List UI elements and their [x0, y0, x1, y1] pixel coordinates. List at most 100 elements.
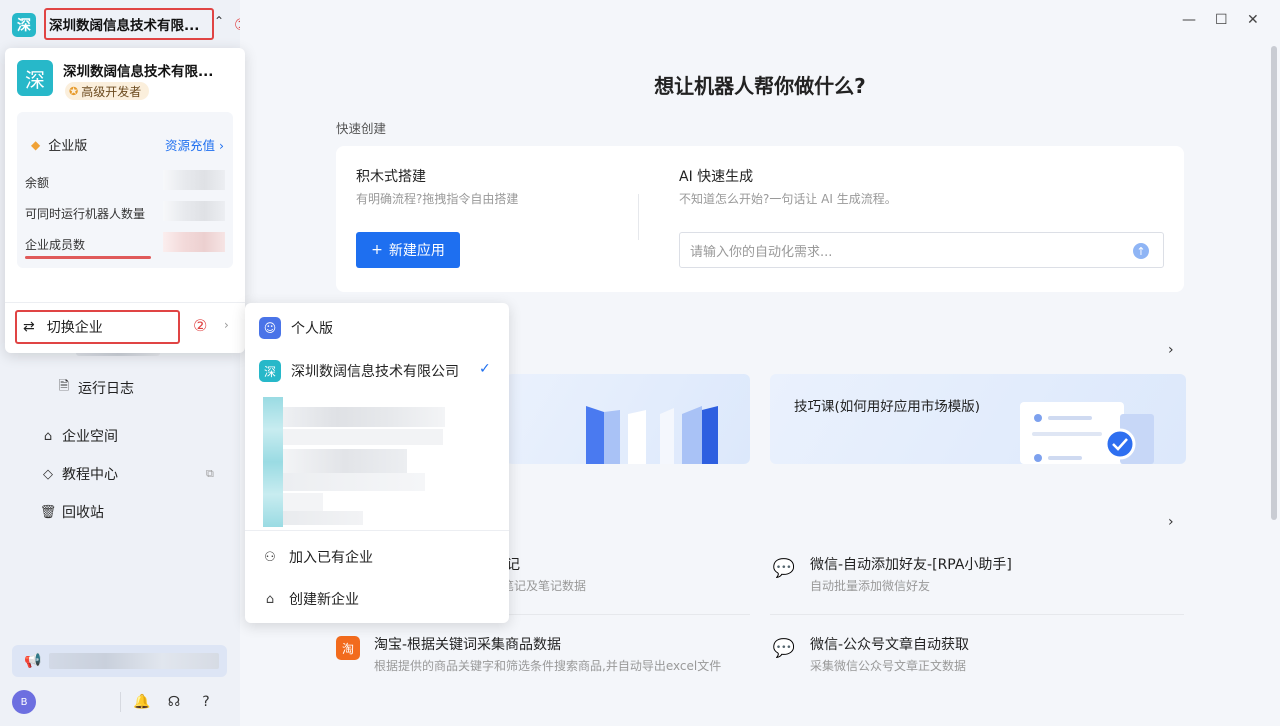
- maximize-icon[interactable]: ☐: [1215, 12, 1228, 28]
- taobao-icon: 淘: [336, 636, 360, 660]
- chevron-right-icon[interactable]: ›: [1168, 342, 1174, 358]
- sidebar-footer: B 🔔 ☊ ?: [12, 690, 227, 714]
- close-icon[interactable]: ✕: [1247, 12, 1259, 28]
- annotation-marker-2: ②: [193, 316, 208, 335]
- building-icon: ⌂: [43, 428, 53, 444]
- blurred-announcement-text: [49, 653, 220, 669]
- new-app-label: 新建应用: [388, 243, 445, 259]
- app-title: 微信-自动添加好友-[RPA小助手]: [810, 557, 1012, 573]
- sidebar-item-label: 企业空间: [62, 429, 118, 445]
- divider: [638, 194, 639, 240]
- org-option-current[interactable]: 深 深圳数阔信息技术有限公司: [259, 360, 459, 382]
- sidebar-item-label: 回收站: [62, 505, 104, 521]
- external-link-icon: ⧉: [206, 467, 214, 480]
- diamond-icon: ◆: [31, 137, 41, 152]
- org-logo: 深: [17, 60, 53, 96]
- org-option-personal[interactable]: ☺ 个人版: [259, 317, 333, 339]
- app-item[interactable]: 淘 淘宝-根据关键词采集商品数据 根据提供的商品关键字和筛选条件搜索商品,并自动…: [336, 634, 746, 694]
- minimize-icon[interactable]: —: [1182, 12, 1196, 28]
- divider: [5, 302, 245, 303]
- plan-name: 企业版: [48, 139, 88, 154]
- switch-icon: ⇄: [23, 319, 35, 335]
- books-illustration: [586, 406, 718, 464]
- workspace-dropdown: 深 深圳数阔信息技术有限... ✪ 高级开发者 ◆ 企业版 资源充值 › 余额 …: [5, 48, 245, 353]
- member-usage-bar: [25, 256, 151, 259]
- app-title: 淘宝-根据关键词采集商品数据: [374, 637, 562, 653]
- wechat-icon: 💬: [772, 557, 796, 579]
- ai-gen-desc: 不知道怎么开始?一句话让 AI 生成流程。: [679, 192, 897, 206]
- recharge-link[interactable]: 资源充值 ›: [165, 135, 224, 154]
- sidebar-item-recycle-bin[interactable]: 🗑 回收站: [40, 502, 104, 522]
- blurred-value: [163, 170, 225, 190]
- help-icon[interactable]: ?: [196, 692, 216, 712]
- blurred-value: [163, 201, 225, 221]
- course-banner-right[interactable]: 技巧课(如何用好应用市场模版): [770, 374, 1186, 464]
- plus-icon: +: [371, 242, 383, 258]
- megaphone-icon: 📢: [24, 653, 42, 669]
- app-title: 微信-公众号文章自动获取: [810, 637, 970, 653]
- plan-row-label: 可同时运行机器人数量: [25, 207, 146, 221]
- org-switch-menu: ☺ 个人版 深 深圳数阔信息技术有限公司 ✓ ⚇ 加入已有企业 ⌂ 创建新企业: [245, 303, 509, 623]
- quick-create-label: 快速创建: [336, 121, 387, 136]
- create-org-label: 创建新企业: [289, 592, 359, 608]
- create-org-button[interactable]: ⌂ 创建新企业: [261, 589, 359, 609]
- page-title: 想让机器人帮你做什么?: [654, 74, 866, 98]
- building-icon: ⌂: [265, 591, 275, 607]
- quick-create-card: 积木式搭建 有明确流程?拖拽指令自由搭建 + 新建应用 AI 快速生成 不知道怎…: [336, 146, 1184, 292]
- add-user-icon: ⚇: [264, 549, 276, 565]
- org-logo: 深: [259, 360, 281, 382]
- app-item[interactable]: 💬 微信-自动添加好友-[RPA小助手] 自动批量添加微信好友: [772, 554, 1182, 614]
- sidebar-item-tutorials[interactable]: ◇ 教程中心: [40, 464, 118, 484]
- plan-row-label: 余额: [25, 176, 50, 190]
- bell-icon[interactable]: 🔔: [132, 692, 152, 712]
- avatar[interactable]: B: [12, 690, 36, 714]
- org-option-label: 个人版: [291, 321, 333, 337]
- workspace-switcher[interactable]: 深圳数阔信息技术有限...: [44, 8, 214, 40]
- course-banner-left[interactable]: [506, 374, 750, 464]
- badge-label: 高级开发者: [81, 84, 142, 99]
- block-build-desc: 有明确流程?拖拽指令自由搭建: [356, 192, 519, 206]
- plan-header: ◆ 企业版: [31, 135, 88, 155]
- personal-icon: ☺: [259, 317, 281, 339]
- ai-gen-title: AI 快速生成: [679, 169, 754, 185]
- scrollbar[interactable]: [1271, 46, 1277, 520]
- headset-icon[interactable]: ☊: [164, 692, 184, 712]
- app-desc: 采集微信公众号文章正文数据: [810, 659, 967, 673]
- announcement-bar[interactable]: 📢: [12, 645, 227, 677]
- switch-org-button[interactable]: ⇄ 切换企业: [15, 310, 180, 344]
- sidebar-item-enterprise-space[interactable]: ⌂ 企业空间: [40, 426, 118, 446]
- blurred-org-list[interactable]: [259, 397, 469, 527]
- divider: [770, 614, 1184, 615]
- plan-row-label: 企业成员数: [25, 238, 86, 252]
- workspace-name: 深圳数阔信息技术有限...: [49, 18, 200, 34]
- divider: [120, 692, 121, 712]
- org-option-label: 深圳数阔信息技术有限公司: [291, 364, 459, 380]
- ai-prompt-placeholder: 请输入你的自动化需求...: [690, 244, 833, 260]
- sidebar-item-run-log[interactable]: 🗎 运行日志: [56, 378, 134, 398]
- blurred-value: [163, 232, 225, 252]
- org-logo: 深: [12, 13, 36, 37]
- send-icon[interactable]: ↑: [1133, 243, 1149, 259]
- org-name: 深圳数阔信息技术有限...: [63, 64, 214, 80]
- app-item[interactable]: 💬 微信-公众号文章自动获取 采集微信公众号文章正文数据: [772, 634, 1182, 694]
- check-icon: ✓: [479, 361, 491, 377]
- wechat-icon: 💬: [772, 637, 796, 659]
- ai-prompt-input[interactable]: 请输入你的自动化需求... ↑: [679, 232, 1164, 268]
- developer-badge: ✪ 高级开发者: [65, 82, 150, 100]
- trash-icon: 🗑: [39, 504, 57, 520]
- chevron-right-icon[interactable]: ›: [1168, 514, 1174, 530]
- join-org-button[interactable]: ⚇ 加入已有企业: [261, 547, 373, 567]
- plan-info: ◆ 企业版 资源充值 › 余额 可同时运行机器人数量 企业成员数: [17, 112, 233, 268]
- workspace-header[interactable]: 深: [12, 12, 36, 38]
- app-desc: 根据提供的商品关键字和筛选条件搜索商品,并自动导出excel文件: [374, 659, 722, 673]
- log-icon: 🗎: [58, 379, 70, 394]
- medal-icon: ✪: [69, 84, 79, 98]
- graduation-cap-icon: ◇: [43, 466, 53, 482]
- app-desc: 自动批量添加微信好友: [810, 579, 931, 593]
- chevron-up-icon[interactable]: ⌃: [214, 14, 224, 28]
- sidebar-item-label: 教程中心: [62, 467, 118, 483]
- new-app-button[interactable]: + 新建应用: [356, 232, 460, 268]
- divider: [245, 530, 509, 531]
- switch-org-label: 切换企业: [46, 320, 103, 336]
- checklist-illustration: [1020, 402, 1154, 464]
